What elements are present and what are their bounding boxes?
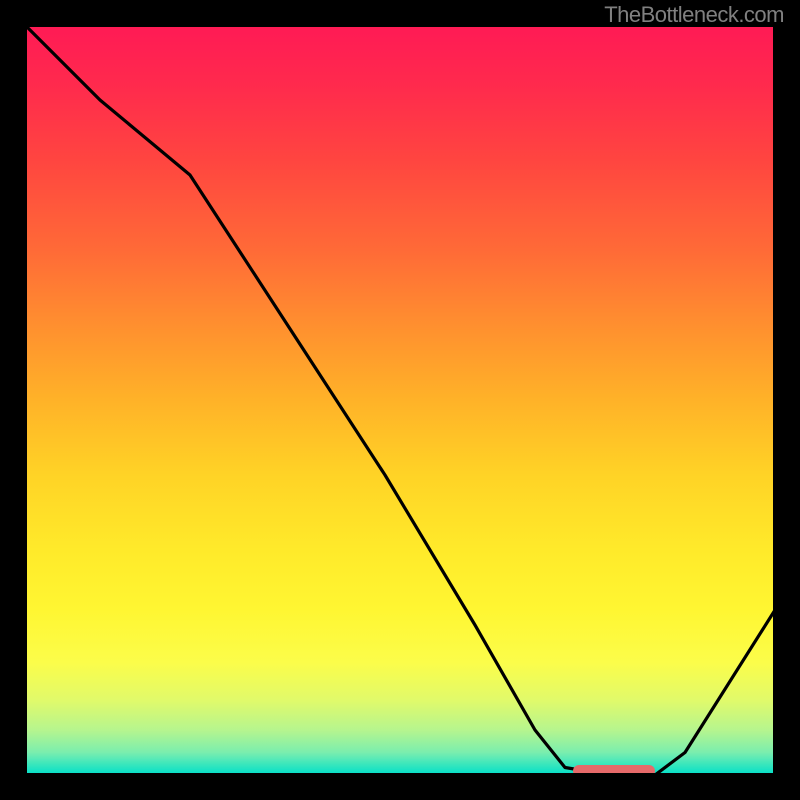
curve-svg: [25, 25, 775, 775]
watermark-text: TheBottleneck.com: [604, 2, 784, 28]
trough-marker: [573, 765, 656, 776]
curve-path: [25, 25, 775, 775]
plot-area: [25, 25, 775, 775]
